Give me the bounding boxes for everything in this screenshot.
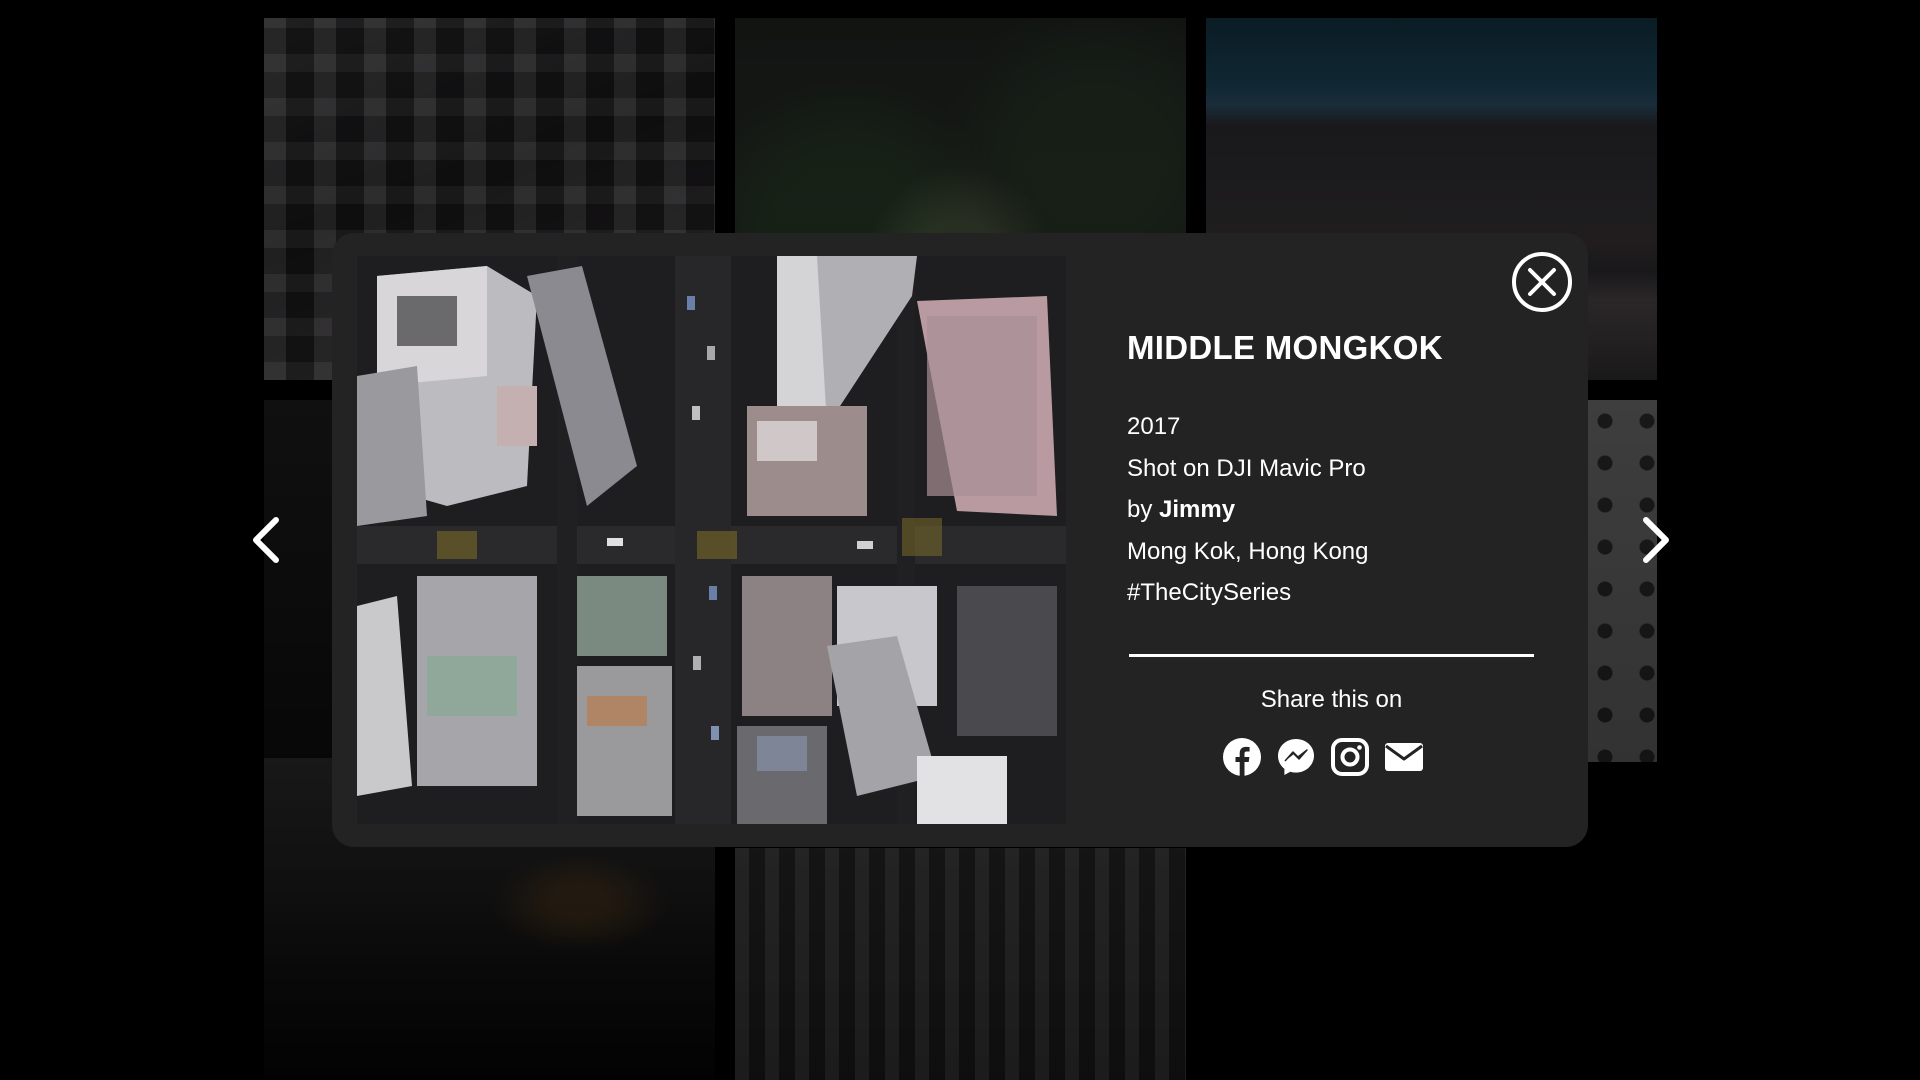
share-icon-row [1222,735,1442,779]
messenger-icon [1278,739,1314,775]
previous-photo-button[interactable] [240,512,296,568]
photo-camera: Shot on DJI Mavic Pro [1127,454,1366,482]
photo-author: Jimmy [1159,496,1236,523]
share-messenger-button[interactable] [1276,737,1316,777]
share-facebook-button[interactable] [1222,737,1262,777]
chevron-left-icon [253,517,279,563]
facebook-icon [1223,738,1261,776]
credit-prefix: by [1127,496,1153,523]
share-instagram-button[interactable] [1330,737,1370,777]
photo-info-panel: MIDDLE MONGKOK 2017 Shot on DJI Mavic Pr… [1127,328,1537,614]
photo-location: Mong Kok, Hong Kong [1127,537,1369,565]
photo-detail-modal: MIDDLE MONGKOK 2017 Shot on DJI Mavic Pr… [332,233,1588,847]
share-email-button[interactable] [1384,737,1424,777]
divider [1129,654,1534,657]
photo-credit: by Jimmy [1127,489,1537,531]
email-icon [1385,743,1423,771]
lightbox-stage: MIDDLE MONGKOK 2017 Shot on DJI Mavic Pr… [0,0,1920,1080]
aerial-city-photo [357,256,1066,824]
close-circle-icon [1512,252,1572,312]
instagram-icon [1331,738,1369,776]
photo-hashtag: #TheCitySeries [1127,579,1292,606]
photo-metadata: 2017 Shot on DJI Mavic Pro by Jimmy Mong… [1127,406,1537,614]
photo-year: 2017 [1127,413,1181,440]
photo-title: MIDDLE MONGKOK [1127,329,1443,366]
photo-image [357,256,1066,824]
chevron-right-icon [1643,517,1669,563]
close-button[interactable] [1510,250,1574,314]
next-photo-button[interactable] [1626,512,1682,568]
share-label: Share this on [1260,686,1403,713]
